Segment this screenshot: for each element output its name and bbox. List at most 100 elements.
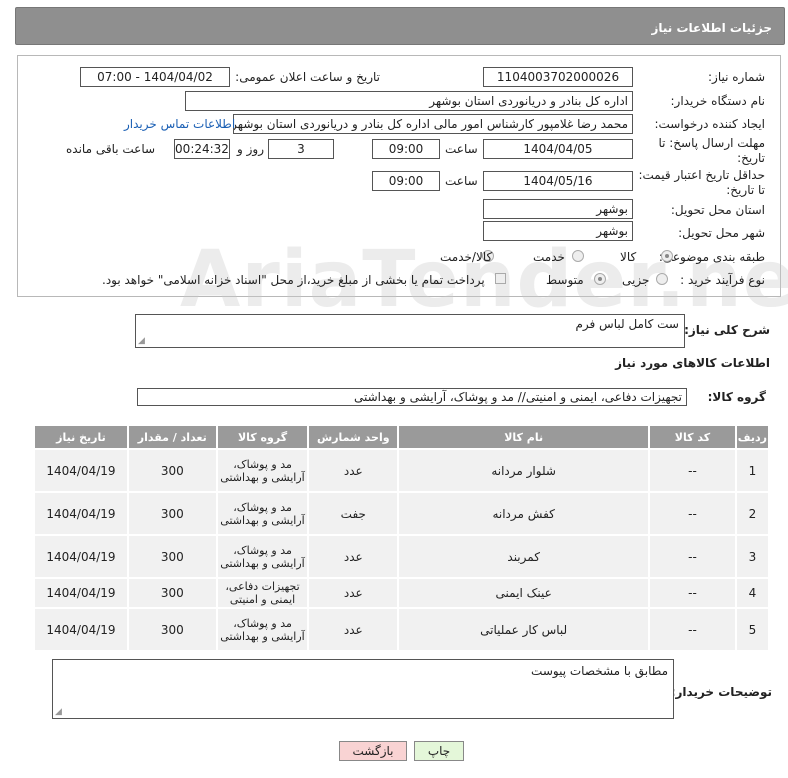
reply-deadline-label: مهلت ارسال پاسخ: تا تاریخ: <box>658 136 765 165</box>
cell-name: کفش مردانه <box>399 493 649 534</box>
category-option-service: خدمت <box>533 250 565 264</box>
cell-date: 1404/04/19 <box>35 579 127 607</box>
col-header-group: گروه کالا <box>217 426 308 448</box>
table-row: 1 -- شلوار مردانه عدد مد و پوشاک، آرایشی… <box>35 450 768 491</box>
announce-field: 1404/04/02 - 07:00 <box>80 67 230 87</box>
resize-grip-icon: ◢ <box>55 707 62 717</box>
cell-code: -- <box>650 609 735 650</box>
remaining-time-label: ساعت باقی مانده <box>66 142 156 156</box>
goods-table: ردیف کد کالا نام کالا واحد شمارش گروه کا… <box>33 424 770 652</box>
cell-group: مد و پوشاک، آرایشی و بهداشتی <box>217 450 308 491</box>
table-row: 2 -- کفش مردانه جفت مد و پوشاک، آرایشی و… <box>35 493 768 534</box>
cell-group: مد و پوشاک، آرایشی و بهداشتی <box>217 493 308 534</box>
cell-name: کمربند <box>399 536 649 577</box>
cell-date: 1404/04/19 <box>35 450 127 491</box>
cell-code: -- <box>650 450 735 491</box>
buyer-contact-link[interactable]: اطلاعات تماس خریدار <box>124 117 235 131</box>
days-label: روز و <box>237 142 264 156</box>
city-label: شهر محل تحویل: <box>678 226 765 240</box>
resize-grip-icon: ◢ <box>138 336 145 346</box>
category-option-goods-service: کالا/خدمت <box>440 250 493 264</box>
col-header-code: کد کالا <box>650 426 735 448</box>
need-number-field: 1104003702000026 <box>483 67 633 87</box>
table-row: 4 -- عینک ایمنی عدد تجهیزات دفاعی، ایمنی… <box>35 579 768 607</box>
print-button[interactable]: چاپ <box>414 741 464 761</box>
cell-date: 1404/04/19 <box>35 536 127 577</box>
table-row: 5 -- لباس کار عملیاتی عدد مد و پوشاک، آر… <box>35 609 768 650</box>
col-header-index: ردیف <box>736 426 768 448</box>
cell-index: 1 <box>736 450 768 491</box>
cell-date: 1404/04/19 <box>35 493 127 534</box>
process-option-minor: جزیی <box>622 273 650 287</box>
buyer-notes-label: توضیحات خریدار: <box>670 685 772 699</box>
cell-unit: عدد <box>309 609 398 650</box>
cell-code: -- <box>650 536 735 577</box>
validity-date-field: 1404/05/16 <box>483 171 633 191</box>
province-field: بوشهر <box>483 199 633 219</box>
cell-unit: عدد <box>309 450 398 491</box>
cell-date: 1404/04/19 <box>35 609 127 650</box>
cell-qty: 300 <box>128 579 216 607</box>
days-field: 3 <box>268 139 334 159</box>
description-label: شرح کلی نیاز: <box>684 323 770 337</box>
validity-time-label: ساعت <box>445 174 478 188</box>
cell-qty: 300 <box>128 450 216 491</box>
buyer-org-label: نام دستگاه خریدار: <box>670 94 766 108</box>
treasury-payment-checkbox[interactable] <box>495 273 506 284</box>
table-header-row: ردیف کد کالا نام کالا واحد شمارش گروه کا… <box>35 426 768 448</box>
col-header-unit: واحد شمارش <box>309 426 398 448</box>
cell-qty: 300 <box>128 609 216 650</box>
reply-date-field: 1404/04/05 <box>483 139 633 159</box>
cell-qty: 300 <box>128 493 216 534</box>
cell-unit: جفت <box>309 493 398 534</box>
cell-name: لباس کار عملیاتی <box>399 609 649 650</box>
cell-unit: عدد <box>309 536 398 577</box>
table-row: 3 -- کمربند عدد مد و پوشاک، آرایشی و بهد… <box>35 536 768 577</box>
buyer-notes-text: مطابق با مشخصات پیوست <box>531 664 668 678</box>
cell-code: -- <box>650 579 735 607</box>
cell-index: 5 <box>736 609 768 650</box>
col-header-name: نام کالا <box>399 426 649 448</box>
back-button[interactable]: بازگشت <box>339 741 407 761</box>
category-label: طبقه بندی موضوعی: <box>658 250 765 264</box>
creator-label: ایجاد کننده درخواست: <box>654 117 765 131</box>
page-title: جزئیات اطلاعات نیاز <box>15 7 785 45</box>
process-radio-minor[interactable] <box>656 273 668 285</box>
process-radio-medium[interactable] <box>594 273 606 285</box>
reply-time-label: ساعت <box>445 142 478 156</box>
city-field: بوشهر <box>483 221 633 241</box>
cell-index: 3 <box>736 536 768 577</box>
reply-time-field: 09:00 <box>372 139 440 159</box>
validity-time-field: 09:00 <box>372 171 440 191</box>
cell-group: مد و پوشاک، آرایشی و بهداشتی <box>217 609 308 650</box>
category-option-goods: کالا <box>620 250 637 264</box>
description-textarea[interactable]: ست کامل لباس فرم ◢ <box>135 314 685 348</box>
announce-label: تاریخ و ساعت اعلان عمومی: <box>235 70 380 84</box>
goods-section-title: اطلاعات کالاهای مورد نیاز <box>615 356 770 370</box>
cell-qty: 300 <box>128 536 216 577</box>
col-header-qty: تعداد / مقدار <box>128 426 216 448</box>
cell-name: شلوار مردانه <box>399 450 649 491</box>
goods-group-field: تجهیزات دفاعی، ایمنی و امنیتی// مد و پوش… <box>137 388 687 406</box>
cell-group: مد و پوشاک، آرایشی و بهداشتی <box>217 536 308 577</box>
cell-code: -- <box>650 493 735 534</box>
process-label: نوع فرآیند خرید : <box>680 273 765 287</box>
buyer-notes-textarea[interactable]: مطابق با مشخصات پیوست ◢ <box>52 659 674 719</box>
description-text: ست کامل لباس فرم <box>575 317 679 331</box>
validity-label: حداقل تاریخ اعتبار قیمت: تا تاریخ: <box>638 168 765 197</box>
need-number-label: شماره نیاز: <box>708 70 765 84</box>
cell-index: 2 <box>736 493 768 534</box>
category-radio-goods[interactable] <box>661 250 673 262</box>
treasury-payment-note: پرداخت تمام یا بخشی از مبلغ خرید،از محل … <box>102 273 485 287</box>
cell-group: تجهیزات دفاعی، ایمنی و امنیتی <box>217 579 308 607</box>
col-header-date: تاریخ نیاز <box>35 426 127 448</box>
cell-name: عینک ایمنی <box>399 579 649 607</box>
category-radio-service[interactable] <box>572 250 584 262</box>
buyer-org-field: اداره کل بنادر و دریانوردی استان بوشهر <box>185 91 633 111</box>
cell-index: 4 <box>736 579 768 607</box>
goods-group-label: گروه کالا: <box>707 390 766 404</box>
page: جزئیات اطلاعات نیاز AriaTender.net شماره… <box>0 0 788 778</box>
process-option-medium: متوسط <box>546 273 584 287</box>
province-label: استان محل تحویل: <box>670 203 765 217</box>
remaining-time-field: 00:24:32 <box>174 139 230 159</box>
